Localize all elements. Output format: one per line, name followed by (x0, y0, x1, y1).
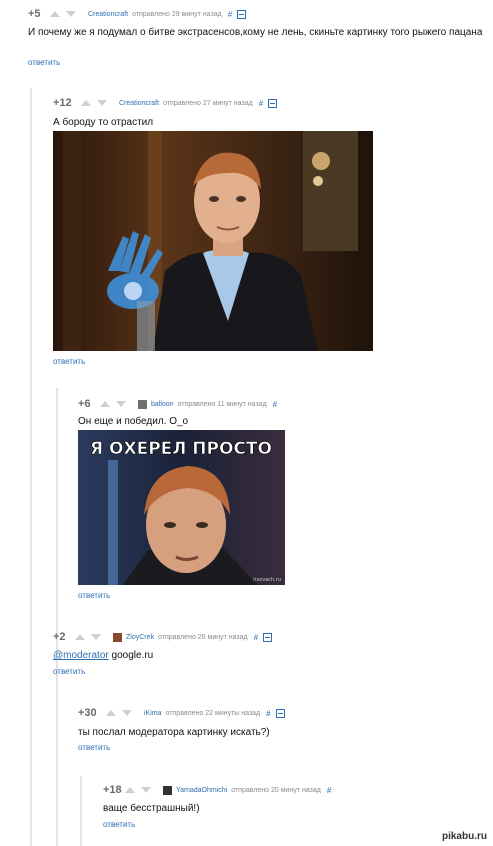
comment-meme-image[interactable]: Я ОХЕРЕЛ ПРОСТО risovach.ru (78, 430, 285, 585)
mention-link[interactable]: @moderator (53, 650, 109, 661)
vote-down-icon[interactable] (122, 710, 132, 716)
comment-author[interactable]: YamadaOhmichi (176, 787, 227, 794)
reply-link[interactable]: ответить (53, 667, 85, 676)
avatar (163, 785, 172, 795)
comment-author[interactable]: Creationcraft (119, 100, 159, 107)
vote-up-icon[interactable] (100, 401, 110, 407)
comment-text: А бороду то отрастил (53, 117, 154, 128)
comment-text: ты послал модератора картинку искать?) (78, 727, 270, 738)
vote-up-icon[interactable] (75, 634, 85, 640)
comment-photo[interactable] (53, 131, 373, 351)
thread-line (80, 776, 82, 846)
vote-up-icon[interactable] (81, 100, 91, 106)
vote-down-icon[interactable] (141, 787, 151, 793)
reply-link[interactable]: ответить (103, 820, 135, 829)
comment-link[interactable]: # (327, 786, 331, 795)
comment-link[interactable]: # (228, 10, 232, 19)
reply-link[interactable]: ответить (78, 591, 110, 600)
vote-down-icon[interactable] (91, 634, 101, 640)
reply-link[interactable]: ответить (53, 357, 85, 366)
avatar (138, 399, 147, 409)
comment-time: отправлено 11 минут назад (177, 400, 267, 408)
comment-rating: +12 (53, 97, 72, 109)
meme-caption: Я ОХЕРЕЛ ПРОСТО (90, 439, 272, 459)
collapse-icon[interactable] (237, 9, 247, 19)
comment-link[interactable]: # (273, 400, 277, 409)
thread-line (56, 388, 58, 846)
comment-text: Он еще и победил. О_о (78, 416, 189, 427)
comment-time: отправлено 26 минут назад (158, 633, 248, 641)
vote-down-icon[interactable] (116, 401, 126, 407)
collapse-icon[interactable] (263, 632, 273, 642)
vote-down-icon[interactable] (66, 11, 76, 17)
collapse-icon[interactable] (268, 98, 278, 108)
comment-rating: +2 (53, 631, 66, 643)
vote-up-icon[interactable] (106, 710, 116, 716)
comment-rating: +5 (28, 8, 41, 20)
comment-link[interactable]: # (254, 633, 258, 642)
comment-rating: +18 (103, 784, 122, 796)
comment-link[interactable]: # (266, 709, 270, 718)
comment-link[interactable]: # (259, 99, 263, 108)
site-watermark: pikabu.ru (441, 831, 487, 842)
vote-up-icon[interactable] (50, 11, 60, 17)
avatar (113, 632, 122, 642)
comment-author[interactable]: Creationcraft (88, 11, 128, 18)
comment-time: отправлено 22 минуты назад (165, 709, 261, 717)
comment-author[interactable]: balloon (151, 401, 174, 408)
comment-text: И почему же я подумал о битве экстрасенс… (28, 27, 483, 38)
comment-time: отправлено 29 минут назад (132, 10, 222, 18)
comment-text: @moderator google.ru (53, 650, 153, 662)
comment-text-body: google.ru (108, 650, 154, 661)
vote-down-icon[interactable] (97, 100, 107, 106)
comment-author[interactable]: iKima (144, 710, 162, 717)
vote-up-icon[interactable] (125, 787, 135, 793)
comment-text: ваще бесстрашный!) (103, 803, 200, 814)
comment-time: отправлено 27 минут назад (163, 99, 253, 107)
thread-line (30, 88, 32, 846)
comment-author[interactable]: ZloyCrek (126, 634, 154, 641)
collapse-icon[interactable] (275, 708, 285, 718)
reply-link[interactable]: ответить (78, 743, 110, 752)
reply-link[interactable]: ответить (28, 58, 60, 67)
comment-time: отправлено 20 минут назад (231, 786, 321, 794)
meme-site-label: risovach.ru (253, 577, 281, 583)
comment-rating: +30 (78, 707, 97, 719)
comment-rating: +6 (78, 398, 91, 410)
